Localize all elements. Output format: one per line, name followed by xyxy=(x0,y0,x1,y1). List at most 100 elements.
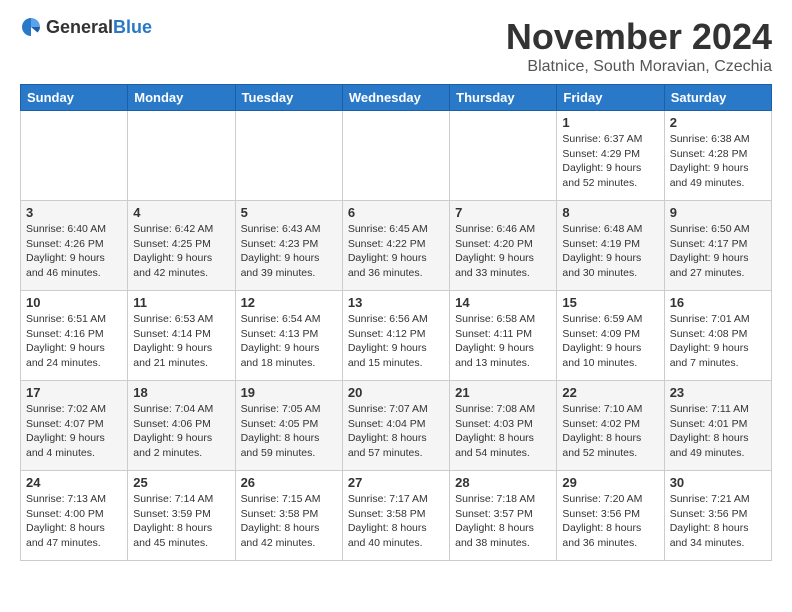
day-info: Sunrise: 6:56 AM Sunset: 4:12 PM Dayligh… xyxy=(348,312,444,371)
day-info: Sunrise: 7:17 AM Sunset: 3:58 PM Dayligh… xyxy=(348,492,444,551)
day-info: Sunrise: 7:13 AM Sunset: 4:00 PM Dayligh… xyxy=(26,492,122,551)
calendar-cell: 24 Sunrise: 7:13 AM Sunset: 4:00 PM Dayli… xyxy=(21,471,128,561)
day-number: 11 xyxy=(133,295,229,310)
day-info: Sunrise: 7:10 AM Sunset: 4:02 PM Dayligh… xyxy=(562,402,658,461)
calendar-cell: 13 Sunrise: 6:56 AM Sunset: 4:12 PM Dayli… xyxy=(342,291,449,381)
day-number: 13 xyxy=(348,295,444,310)
calendar-cell: 22 Sunrise: 7:10 AM Sunset: 4:02 PM Dayli… xyxy=(557,381,664,471)
day-info: Sunrise: 7:08 AM Sunset: 4:03 PM Dayligh… xyxy=(455,402,551,461)
col-header-sunday: Sunday xyxy=(21,85,128,111)
day-number: 23 xyxy=(670,385,766,400)
day-number: 1 xyxy=(562,115,658,130)
calendar-cell: 9 Sunrise: 6:50 AM Sunset: 4:17 PM Daylig… xyxy=(664,201,771,291)
day-info: Sunrise: 7:11 AM Sunset: 4:01 PM Dayligh… xyxy=(670,402,766,461)
day-number: 17 xyxy=(26,385,122,400)
logo-general: General xyxy=(46,17,113,37)
day-info: Sunrise: 6:38 AM Sunset: 4:28 PM Dayligh… xyxy=(670,132,766,191)
header: GeneralBlue November 2024 Blatnice, Sout… xyxy=(20,16,772,76)
col-header-wednesday: Wednesday xyxy=(342,85,449,111)
calendar-cell: 29 Sunrise: 7:20 AM Sunset: 3:56 PM Dayli… xyxy=(557,471,664,561)
day-number: 20 xyxy=(348,385,444,400)
calendar-cell: 10 Sunrise: 6:51 AM Sunset: 4:16 PM Dayli… xyxy=(21,291,128,381)
calendar-cell: 14 Sunrise: 6:58 AM Sunset: 4:11 PM Dayli… xyxy=(450,291,557,381)
day-info: Sunrise: 6:42 AM Sunset: 4:25 PM Dayligh… xyxy=(133,222,229,281)
calendar-cell: 3 Sunrise: 6:40 AM Sunset: 4:26 PM Daylig… xyxy=(21,201,128,291)
day-number: 16 xyxy=(670,295,766,310)
calendar-cell: 11 Sunrise: 6:53 AM Sunset: 4:14 PM Dayli… xyxy=(128,291,235,381)
day-number: 9 xyxy=(670,205,766,220)
day-number: 25 xyxy=(133,475,229,490)
day-info: Sunrise: 6:37 AM Sunset: 4:29 PM Dayligh… xyxy=(562,132,658,191)
calendar-cell: 19 Sunrise: 7:05 AM Sunset: 4:05 PM Dayli… xyxy=(235,381,342,471)
calendar-cell xyxy=(128,111,235,201)
location-title: Blatnice, South Moravian, Czechia xyxy=(506,58,772,76)
calendar-cell: 21Sunrise: 7:08 AM Sunset: 4:03 PM Dayli… xyxy=(450,381,557,471)
day-number: 10 xyxy=(26,295,122,310)
day-info: Sunrise: 7:05 AM Sunset: 4:05 PM Dayligh… xyxy=(241,402,337,461)
day-info: Sunrise: 6:46 AM Sunset: 4:20 PM Dayligh… xyxy=(455,222,551,281)
day-number: 19 xyxy=(241,385,337,400)
calendar-cell: 28Sunrise: 7:18 AM Sunset: 3:57 PM Dayli… xyxy=(450,471,557,561)
calendar-cell: 12 Sunrise: 6:54 AM Sunset: 4:13 PM Dayli… xyxy=(235,291,342,381)
day-number: 3 xyxy=(26,205,122,220)
calendar-cell: 27 Sunrise: 7:17 AM Sunset: 3:58 PM Dayli… xyxy=(342,471,449,561)
calendar-cell: 17Sunrise: 7:02 AM Sunset: 4:07 PM Dayli… xyxy=(21,381,128,471)
calendar-cell xyxy=(342,111,449,201)
calendar-week-row: 24 Sunrise: 7:13 AM Sunset: 4:00 PM Dayli… xyxy=(21,471,772,561)
day-number: 22 xyxy=(562,385,658,400)
calendar-cell: 5Sunrise: 6:43 AM Sunset: 4:23 PM Daylig… xyxy=(235,201,342,291)
calendar-cell: 15Sunrise: 6:59 AM Sunset: 4:09 PM Dayli… xyxy=(557,291,664,381)
calendar-week-row: 10 Sunrise: 6:51 AM Sunset: 4:16 PM Dayli… xyxy=(21,291,772,381)
col-header-monday: Monday xyxy=(128,85,235,111)
calendar-header-row: SundayMondayTuesdayWednesdayThursdayFrid… xyxy=(21,85,772,111)
day-info: Sunrise: 6:54 AM Sunset: 4:13 PM Dayligh… xyxy=(241,312,337,371)
day-number: 30 xyxy=(670,475,766,490)
day-number: 7 xyxy=(455,205,551,220)
day-info: Sunrise: 7:14 AM Sunset: 3:59 PM Dayligh… xyxy=(133,492,229,551)
day-info: Sunrise: 7:20 AM Sunset: 3:56 PM Dayligh… xyxy=(562,492,658,551)
day-info: Sunrise: 7:21 AM Sunset: 3:56 PM Dayligh… xyxy=(670,492,766,551)
day-number: 15 xyxy=(562,295,658,310)
day-number: 18 xyxy=(133,385,229,400)
calendar-cell xyxy=(235,111,342,201)
day-number: 26 xyxy=(241,475,337,490)
day-info: Sunrise: 7:04 AM Sunset: 4:06 PM Dayligh… xyxy=(133,402,229,461)
day-info: Sunrise: 6:58 AM Sunset: 4:11 PM Dayligh… xyxy=(455,312,551,371)
col-header-friday: Friday xyxy=(557,85,664,111)
day-info: Sunrise: 7:07 AM Sunset: 4:04 PM Dayligh… xyxy=(348,402,444,461)
day-info: Sunrise: 6:40 AM Sunset: 4:26 PM Dayligh… xyxy=(26,222,122,281)
day-number: 12 xyxy=(241,295,337,310)
calendar-cell: 4 Sunrise: 6:42 AM Sunset: 4:25 PM Daylig… xyxy=(128,201,235,291)
calendar-cell: 6Sunrise: 6:45 AM Sunset: 4:22 PM Daylig… xyxy=(342,201,449,291)
day-number: 29 xyxy=(562,475,658,490)
day-info: Sunrise: 6:48 AM Sunset: 4:19 PM Dayligh… xyxy=(562,222,658,281)
day-number: 24 xyxy=(26,475,122,490)
calendar-cell: 26 Sunrise: 7:15 AM Sunset: 3:58 PM Dayli… xyxy=(235,471,342,561)
day-number: 5 xyxy=(241,205,337,220)
logo-text: GeneralBlue xyxy=(46,17,152,38)
calendar-cell: 16 Sunrise: 7:01 AM Sunset: 4:08 PM Dayli… xyxy=(664,291,771,381)
day-info: Sunrise: 7:18 AM Sunset: 3:57 PM Dayligh… xyxy=(455,492,551,551)
day-info: Sunrise: 7:01 AM Sunset: 4:08 PM Dayligh… xyxy=(670,312,766,371)
calendar-cell xyxy=(450,111,557,201)
logo-icon xyxy=(20,16,42,38)
calendar-week-row: 3 Sunrise: 6:40 AM Sunset: 4:26 PM Daylig… xyxy=(21,201,772,291)
day-number: 14 xyxy=(455,295,551,310)
calendar-cell: 30 Sunrise: 7:21 AM Sunset: 3:56 PM Dayli… xyxy=(664,471,771,561)
day-number: 27 xyxy=(348,475,444,490)
day-info: Sunrise: 6:51 AM Sunset: 4:16 PM Dayligh… xyxy=(26,312,122,371)
day-info: Sunrise: 6:45 AM Sunset: 4:22 PM Dayligh… xyxy=(348,222,444,281)
day-number: 8 xyxy=(562,205,658,220)
day-number: 4 xyxy=(133,205,229,220)
day-info: Sunrise: 7:15 AM Sunset: 3:58 PM Dayligh… xyxy=(241,492,337,551)
day-info: Sunrise: 6:53 AM Sunset: 4:14 PM Dayligh… xyxy=(133,312,229,371)
col-header-tuesday: Tuesday xyxy=(235,85,342,111)
calendar-week-row: 17Sunrise: 7:02 AM Sunset: 4:07 PM Dayli… xyxy=(21,381,772,471)
day-info: Sunrise: 6:50 AM Sunset: 4:17 PM Dayligh… xyxy=(670,222,766,281)
calendar-week-row: 1 Sunrise: 6:37 AM Sunset: 4:29 PM Daylig… xyxy=(21,111,772,201)
calendar-cell xyxy=(21,111,128,201)
day-number: 2 xyxy=(670,115,766,130)
calendar-cell: 8 Sunrise: 6:48 AM Sunset: 4:19 PM Daylig… xyxy=(557,201,664,291)
col-header-thursday: Thursday xyxy=(450,85,557,111)
calendar-cell: 20 Sunrise: 7:07 AM Sunset: 4:04 PM Dayli… xyxy=(342,381,449,471)
